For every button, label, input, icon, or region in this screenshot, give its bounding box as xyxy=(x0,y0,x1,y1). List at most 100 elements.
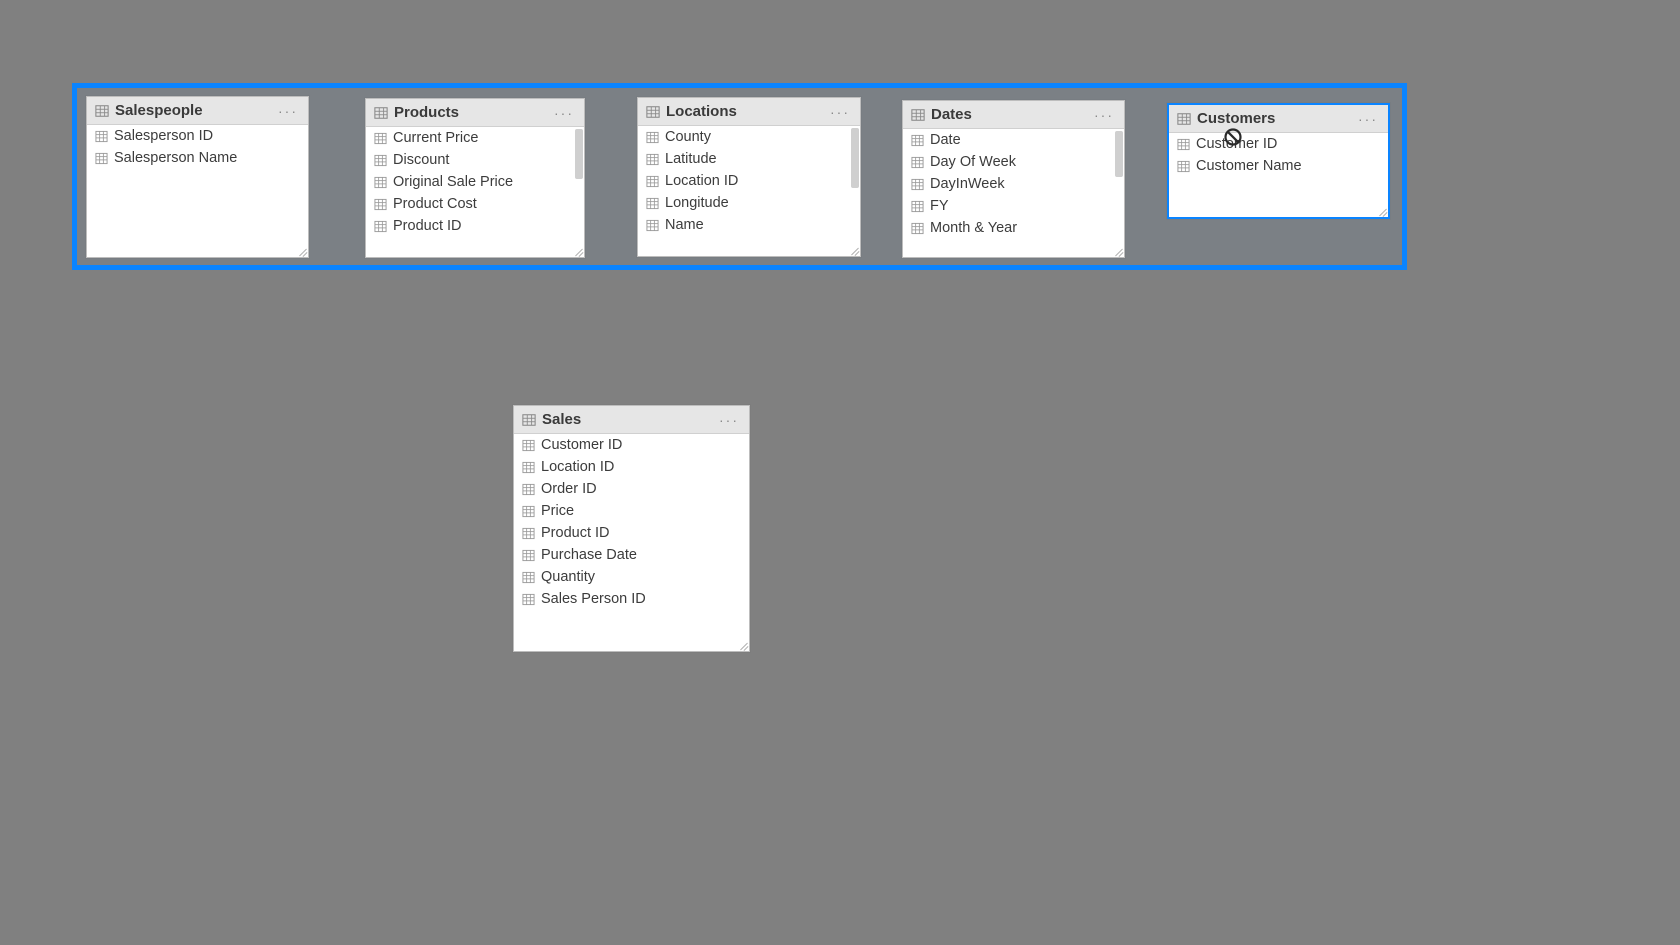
field-list[interactable]: Customer ID Customer Name xyxy=(1169,133,1388,217)
field-label: DayInWeek xyxy=(930,176,1005,192)
table-header[interactable]: Products ··· xyxy=(366,99,584,127)
column-icon xyxy=(374,132,387,145)
column-icon xyxy=(911,222,924,235)
scrollbar-thumb[interactable] xyxy=(575,129,583,179)
column-icon xyxy=(374,154,387,167)
column-icon xyxy=(522,439,535,452)
column-icon xyxy=(95,130,108,143)
field-row[interactable]: Location ID xyxy=(638,170,860,192)
field-row[interactable]: Month & Year xyxy=(903,217,1124,239)
table-title: Customers xyxy=(1197,110,1350,127)
column-icon xyxy=(522,461,535,474)
field-row[interactable]: Day Of Week xyxy=(903,151,1124,173)
column-icon xyxy=(374,220,387,233)
field-row[interactable]: Latitude xyxy=(638,148,860,170)
field-list[interactable]: Current Price Discount Original Sale Price… xyxy=(366,127,584,257)
field-label: Current Price xyxy=(393,130,478,146)
field-label: Customer ID xyxy=(541,437,622,453)
table-locations[interactable]: Locations ··· County Latitude Location ID Lon… xyxy=(637,97,861,257)
field-row[interactable]: FY xyxy=(903,195,1124,217)
field-row[interactable]: Location ID xyxy=(514,456,749,478)
field-row[interactable]: Date xyxy=(903,129,1124,151)
field-row[interactable]: Product ID xyxy=(366,215,584,237)
field-row[interactable]: Salesperson ID xyxy=(87,125,308,147)
resize-grip[interactable] xyxy=(849,245,859,255)
field-list[interactable]: Date Day Of Week DayInWeek FY Month & Year xyxy=(903,129,1124,257)
field-row[interactable]: Order ID xyxy=(514,478,749,500)
column-icon xyxy=(646,219,659,232)
field-row[interactable]: Price xyxy=(514,500,749,522)
field-label: Day Of Week xyxy=(930,154,1016,170)
table-icon xyxy=(95,104,109,118)
field-list[interactable]: Customer ID Location ID Order ID PriceProdu… xyxy=(514,434,749,651)
field-row[interactable]: DayInWeek xyxy=(903,173,1124,195)
table-sales[interactable]: Sales··· Customer ID Location ID Order ID Pr… xyxy=(513,405,750,652)
resize-grip[interactable] xyxy=(1377,206,1387,216)
field-row[interactable]: Salesperson Name xyxy=(87,147,308,169)
table-products[interactable]: Products ··· Current Price Discount Original… xyxy=(365,98,585,258)
field-label: Customer ID xyxy=(1196,136,1277,152)
table-header[interactable]: Locations ··· xyxy=(638,98,860,126)
table-title: Dates xyxy=(931,106,1086,123)
column-icon xyxy=(95,152,108,165)
field-list[interactable]: County Latitude Location ID Longitude Name xyxy=(638,126,860,256)
resize-grip[interactable] xyxy=(573,246,583,256)
column-icon xyxy=(911,200,924,213)
resize-grip[interactable] xyxy=(1113,246,1123,256)
column-icon xyxy=(911,156,924,169)
table-header[interactable]: Sales··· xyxy=(514,406,749,434)
more-options-button[interactable]: ··· xyxy=(1356,111,1380,127)
table-dates[interactable]: Dates ··· Date Day Of Week DayInWeek FY Month … xyxy=(902,100,1125,258)
scrollbar-thumb[interactable] xyxy=(1115,131,1123,177)
table-icon xyxy=(911,108,925,122)
table-header[interactable]: Dates ··· xyxy=(903,101,1124,129)
field-label: Order ID xyxy=(541,481,597,497)
field-row[interactable]: Customer Name xyxy=(1169,155,1388,177)
table-title: Locations xyxy=(666,103,822,120)
field-row[interactable]: Purchase Date xyxy=(514,544,749,566)
table-title: Products xyxy=(394,104,546,121)
field-row[interactable]: Current Price xyxy=(366,127,584,149)
more-options-button[interactable]: ··· xyxy=(1092,107,1116,123)
more-options-button[interactable]: ··· xyxy=(828,104,852,120)
scrollbar-thumb[interactable] xyxy=(851,128,859,188)
field-row[interactable]: Customer ID xyxy=(514,434,749,456)
more-options-button[interactable]: ··· xyxy=(552,105,576,121)
more-options-button[interactable]: ··· xyxy=(717,412,741,428)
more-options-button[interactable]: ··· xyxy=(276,103,300,119)
column-icon xyxy=(911,178,924,191)
column-icon xyxy=(1177,160,1190,173)
field-row[interactable]: Sales Person ID xyxy=(514,588,749,610)
field-row[interactable]: Product ID xyxy=(514,522,749,544)
resize-grip[interactable] xyxy=(297,246,307,256)
model-canvas[interactable]: Salespeople···Salesperson IDSalesperson … xyxy=(0,0,1680,945)
field-label: Discount xyxy=(393,152,449,168)
field-row[interactable]: Product Cost xyxy=(366,193,584,215)
field-row[interactable]: Customer ID xyxy=(1169,133,1388,155)
field-label: Month & Year xyxy=(930,220,1017,236)
field-label: Name xyxy=(665,217,704,233)
field-label: Date xyxy=(930,132,961,148)
column-icon xyxy=(522,483,535,496)
field-label: Latitude xyxy=(665,151,717,167)
field-row[interactable]: Longitude xyxy=(638,192,860,214)
field-list[interactable]: Salesperson ID Salesperson Name xyxy=(87,125,308,257)
table-customers[interactable]: Customers ··· Customer ID Customer Name xyxy=(1167,103,1390,219)
column-icon xyxy=(522,571,535,584)
table-header[interactable]: Customers ··· xyxy=(1169,105,1388,133)
field-label: Purchase Date xyxy=(541,547,637,563)
table-salespeople[interactable]: Salespeople···Salesperson IDSalesperson … xyxy=(86,96,309,258)
field-row[interactable]: County xyxy=(638,126,860,148)
column-icon xyxy=(522,593,535,606)
field-row[interactable]: Name xyxy=(638,214,860,236)
table-icon xyxy=(1177,112,1191,126)
field-row[interactable]: Discount xyxy=(366,149,584,171)
field-label: Location ID xyxy=(665,173,738,189)
field-label: Salesperson Name xyxy=(114,150,237,166)
field-row[interactable]: Quantity xyxy=(514,566,749,588)
field-label: Quantity xyxy=(541,569,595,585)
resize-grip[interactable] xyxy=(738,640,748,650)
field-label: Longitude xyxy=(665,195,729,211)
field-row[interactable]: Original Sale Price xyxy=(366,171,584,193)
table-header[interactable]: Salespeople··· xyxy=(87,97,308,125)
